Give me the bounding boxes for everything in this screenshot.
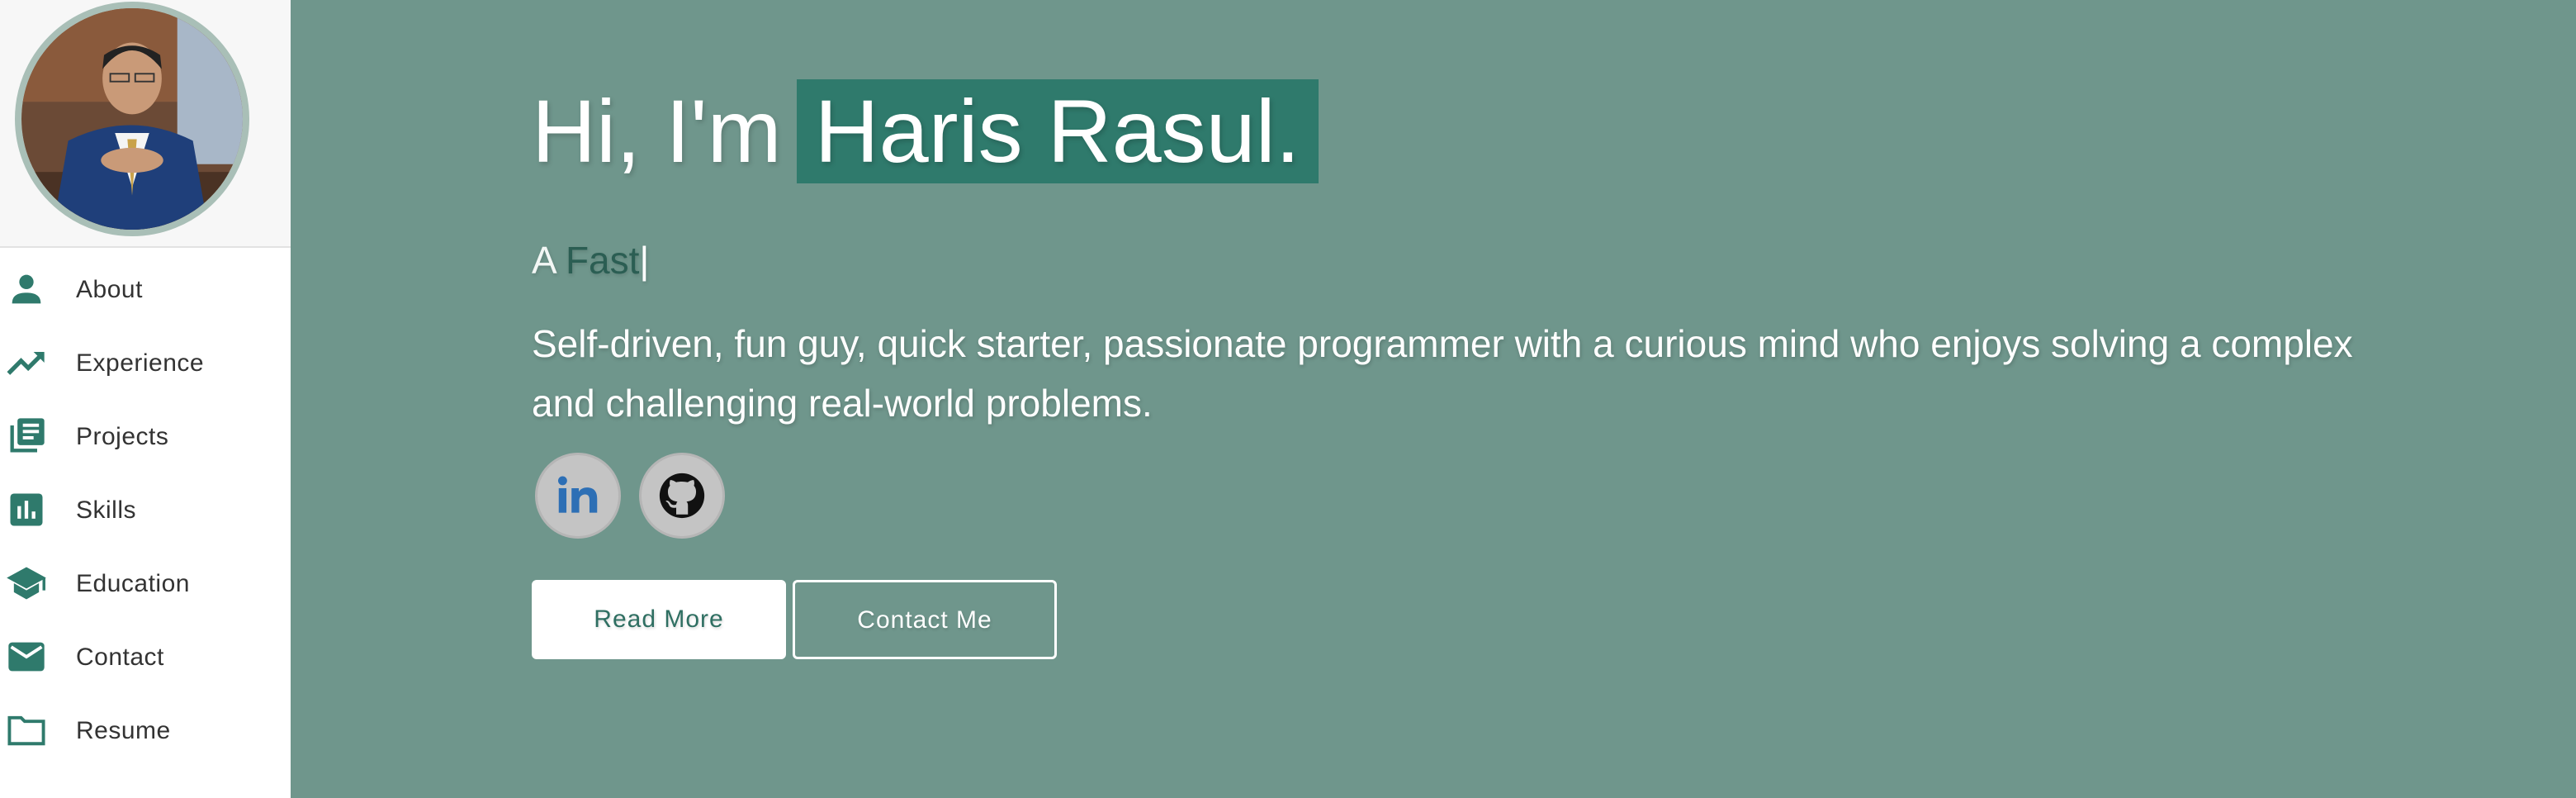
- sidebar-item-label: Education: [76, 570, 190, 597]
- bar-chart-icon: [5, 488, 48, 531]
- sidebar-item-label: Skills: [76, 496, 137, 524]
- tagline-prefix: A: [532, 239, 556, 282]
- hero-tagline: A Fast|: [532, 238, 649, 283]
- hero-section: Hi, I'm Haris Rasul. A Fast| Self-driven,…: [291, 0, 2576, 798]
- github-icon: [660, 473, 705, 519]
- contact-me-button[interactable]: Contact Me: [793, 580, 1057, 659]
- person-icon: [5, 268, 48, 311]
- sidebar-item-contact[interactable]: Contact: [0, 620, 291, 694]
- tagline-typed-text: Fast: [565, 239, 640, 282]
- sidebar-item-resume[interactable]: Resume: [0, 694, 291, 767]
- hero-name: Haris Rasul.: [796, 79, 1319, 183]
- sidebar-item-experience[interactable]: Experience: [0, 326, 291, 400]
- avatar-section: [0, 0, 291, 248]
- school-icon: [5, 562, 48, 605]
- sidebar-item-education[interactable]: Education: [0, 547, 291, 620]
- linkedin-icon: [557, 476, 598, 513]
- sidebar-item-projects[interactable]: Projects: [0, 400, 291, 473]
- sidebar-item-label: Experience: [76, 349, 205, 377]
- github-link[interactable]: [639, 453, 726, 539]
- trending-up-icon: [5, 341, 48, 384]
- library-books-icon: [5, 415, 48, 458]
- social-links: [535, 453, 740, 539]
- mail-icon: [5, 635, 48, 678]
- sidebar-item-about[interactable]: About: [0, 253, 291, 326]
- typing-cursor: |: [639, 239, 650, 282]
- sidebar-item-label: Contact: [76, 644, 164, 671]
- hero-heading: Hi, I'm Haris Rasul.: [532, 79, 1319, 183]
- sidebar-item-skills[interactable]: Skills: [0, 473, 291, 547]
- sidebar: About Experience Projects Skills Educati…: [0, 0, 291, 798]
- sidebar-item-label: About: [76, 276, 143, 303]
- sidebar-nav: About Experience Projects Skills Educati…: [0, 253, 291, 767]
- avatar: [15, 2, 249, 236]
- hero-bio: Self-driven, fun guy, quick starter, pas…: [532, 322, 2353, 425]
- folder-icon: [5, 709, 48, 752]
- linkedin-link[interactable]: [535, 453, 621, 539]
- profile-photo: [21, 8, 243, 230]
- hero-actions: Read More Contact Me: [532, 580, 1057, 659]
- read-more-button[interactable]: Read More: [532, 580, 786, 659]
- sidebar-item-label: Projects: [76, 423, 169, 450]
- hero-greeting: Hi, I'm: [532, 81, 782, 181]
- sidebar-item-label: Resume: [76, 717, 171, 744]
